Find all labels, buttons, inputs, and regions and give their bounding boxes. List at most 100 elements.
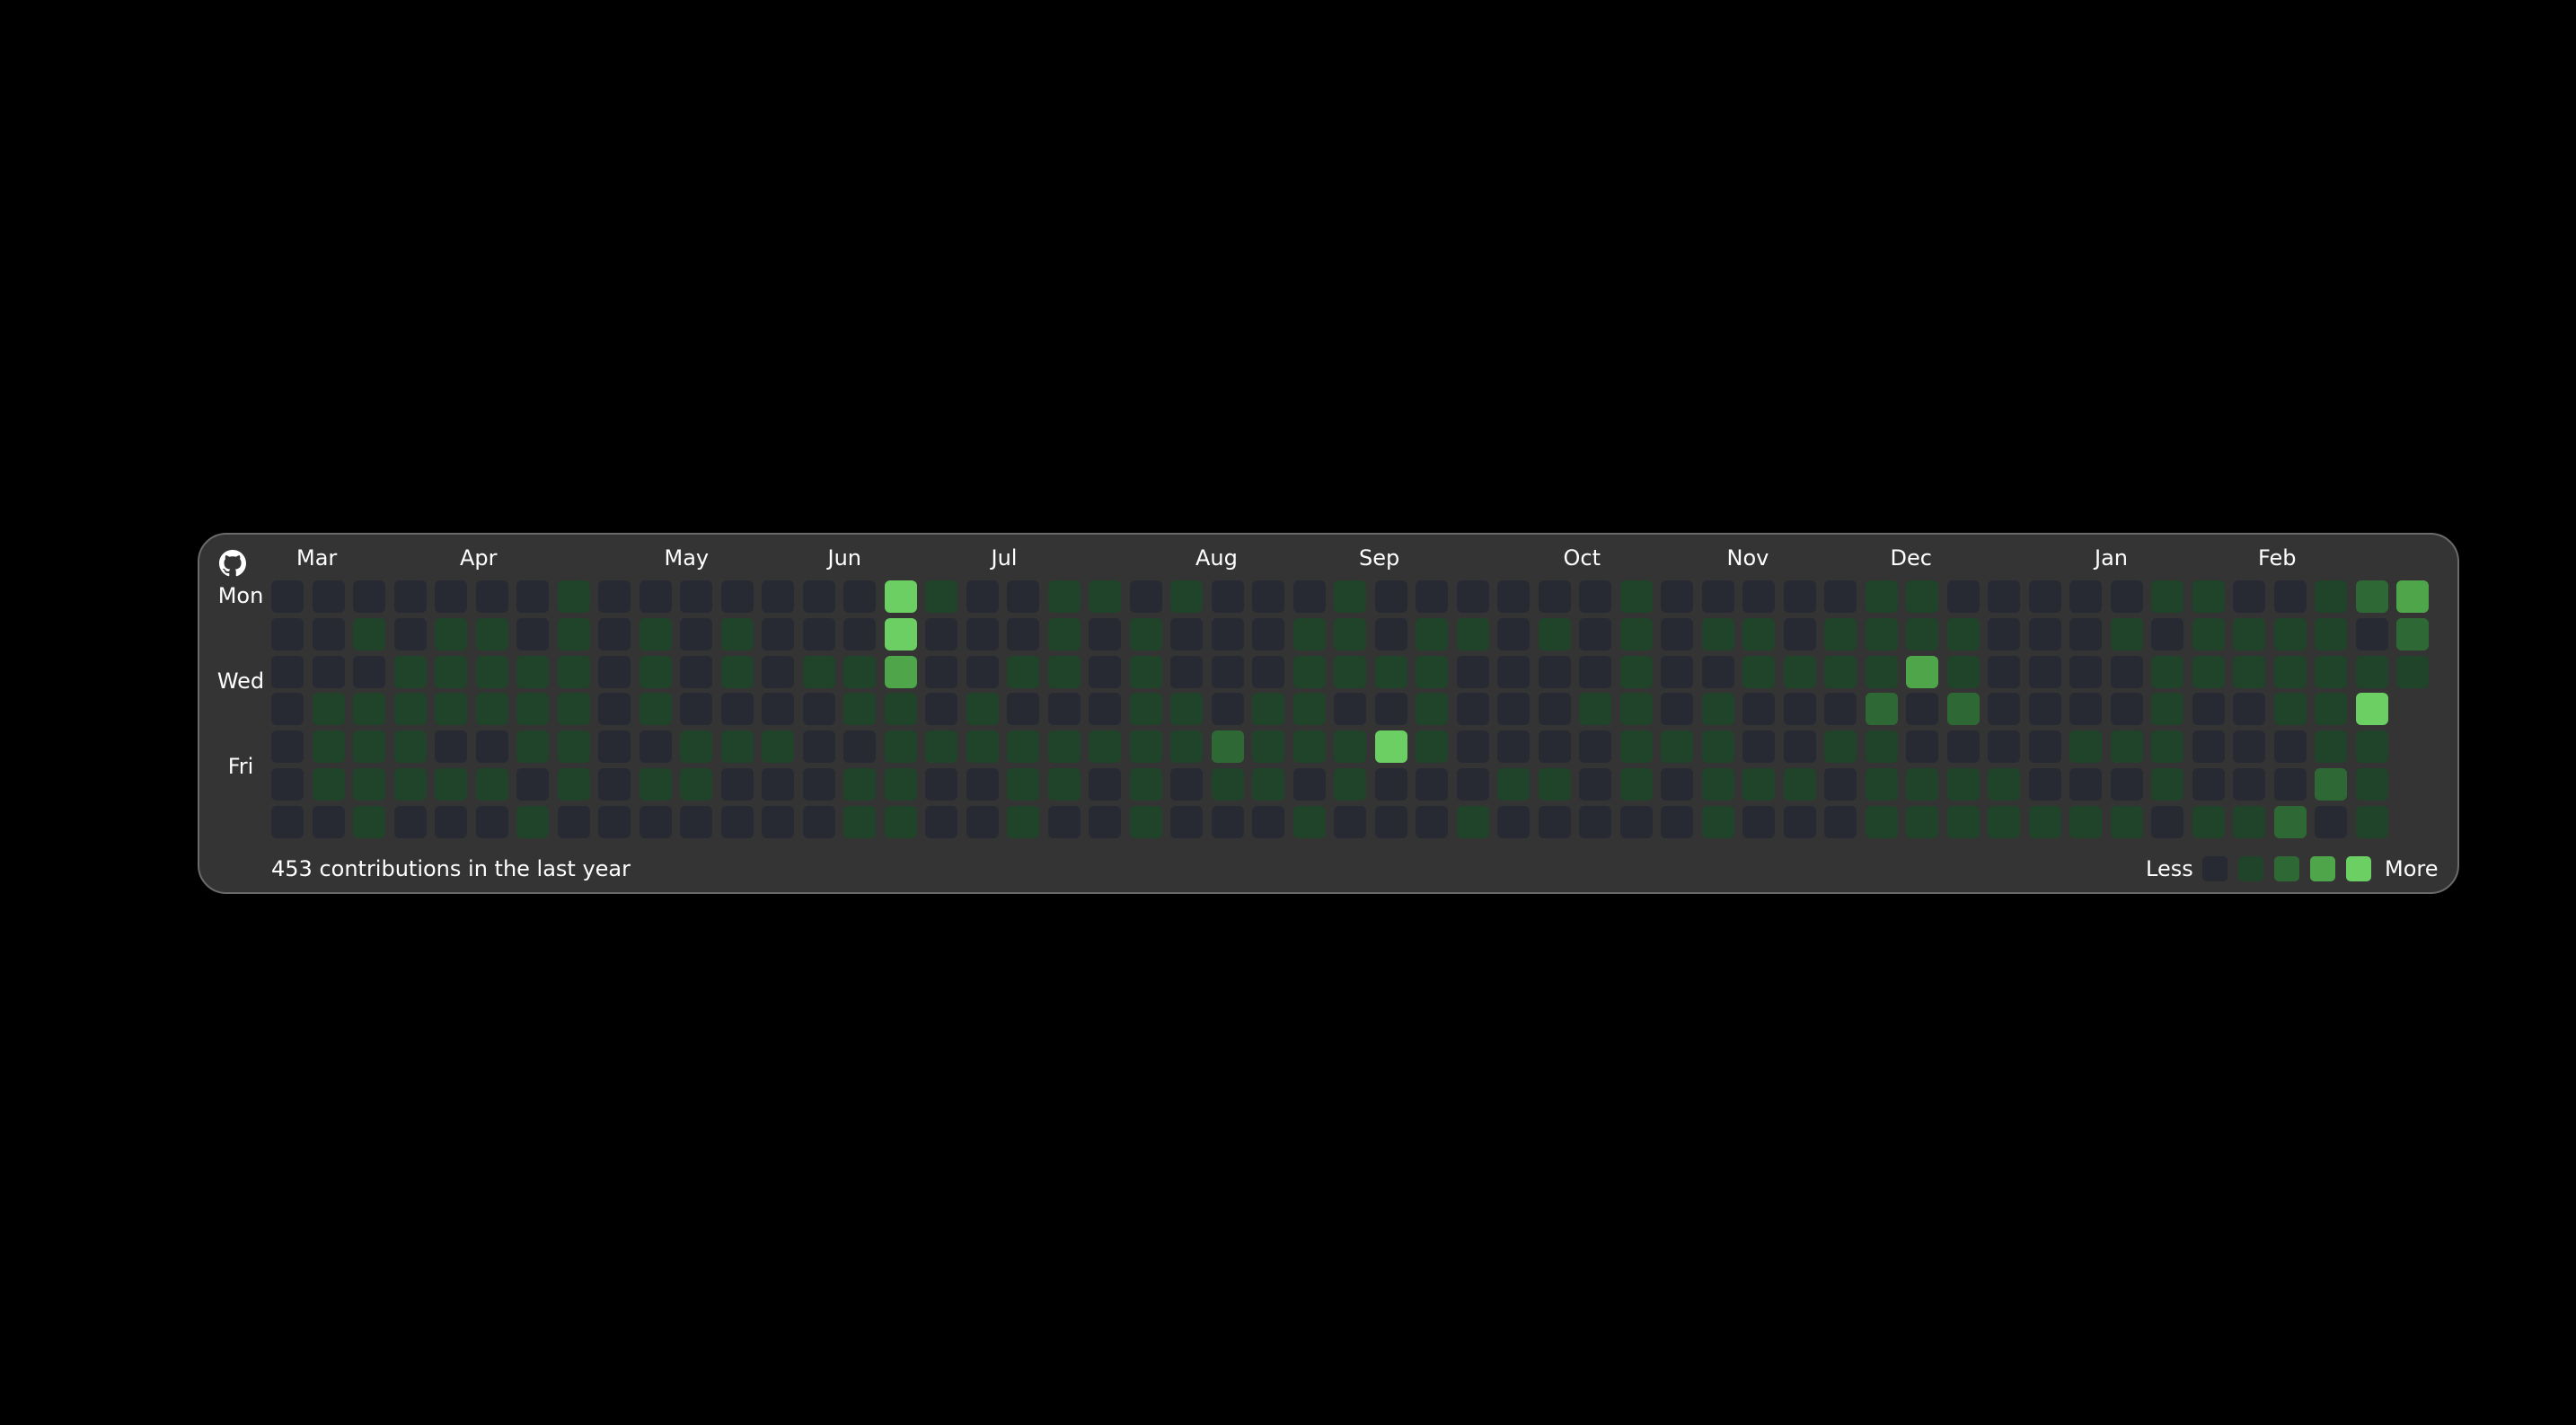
contribution-cell[interactable]: [1334, 693, 1366, 726]
contribution-cell[interactable]: [680, 655, 712, 688]
contribution-cell[interactable]: [1619, 693, 1653, 726]
contribution-cell[interactable]: [2273, 768, 2307, 801]
contribution-cell[interactable]: [1334, 617, 1366, 651]
contribution-cell[interactable]: [1170, 730, 1203, 764]
contribution-cell[interactable]: [2355, 805, 2388, 838]
contribution-cell[interactable]: [1334, 768, 1366, 801]
contribution-cell[interactable]: [1292, 693, 1326, 726]
contribution-cell[interactable]: [1865, 768, 1898, 801]
contribution-cell[interactable]: [1334, 805, 1366, 838]
contribution-cell[interactable]: [2192, 805, 2225, 838]
contribution-cell[interactable]: [1007, 617, 1039, 651]
contribution-cell[interactable]: [2192, 580, 2225, 613]
contribution-cell[interactable]: [2273, 805, 2307, 838]
contribution-cell[interactable]: [1906, 730, 1938, 764]
contribution-cell[interactable]: [966, 730, 999, 764]
contribution-cell[interactable]: [2069, 805, 2102, 838]
contribution-cell[interactable]: [1089, 693, 1121, 726]
contribution-cell[interactable]: [1252, 693, 1284, 726]
contribution-cell[interactable]: [393, 768, 427, 801]
contribution-cell[interactable]: [1416, 768, 1448, 801]
contribution-cell[interactable]: [1129, 693, 1162, 726]
contribution-cell[interactable]: [2110, 805, 2143, 838]
contribution-cell[interactable]: [598, 730, 631, 764]
contribution-cell[interactable]: [598, 655, 631, 688]
contribution-cell[interactable]: [1865, 617, 1898, 651]
contribution-cell[interactable]: [762, 805, 794, 838]
contribution-cell[interactable]: [720, 617, 754, 651]
contribution-cell[interactable]: [843, 580, 876, 613]
contribution-cell[interactable]: [1497, 580, 1530, 613]
contribution-cell[interactable]: [2151, 693, 2183, 726]
contribution-cell[interactable]: [1374, 805, 1407, 838]
contribution-cell[interactable]: [1701, 693, 1734, 726]
contribution-cell[interactable]: [680, 805, 712, 838]
contribution-cell[interactable]: [1661, 693, 1693, 726]
contribution-cell[interactable]: [1007, 730, 1039, 764]
contribution-cell[interactable]: [1047, 617, 1081, 651]
contribution-cell[interactable]: [2069, 730, 2102, 764]
contribution-cell[interactable]: [516, 617, 549, 651]
contribution-cell[interactable]: [1579, 617, 1611, 651]
contribution-cell[interactable]: [1456, 805, 1489, 838]
contribution-cell[interactable]: [2028, 768, 2061, 801]
contribution-cell[interactable]: [925, 580, 957, 613]
contribution-cell[interactable]: [1292, 730, 1326, 764]
contribution-cell[interactable]: [1252, 805, 1284, 838]
contribution-cell[interactable]: [1824, 617, 1857, 651]
contribution-cell[interactable]: [680, 693, 712, 726]
contribution-cell[interactable]: [1579, 730, 1611, 764]
contribution-cell[interactable]: [925, 768, 957, 801]
contribution-cell[interactable]: [884, 580, 917, 613]
contribution-cell[interactable]: [1334, 655, 1366, 688]
contribution-cell[interactable]: [435, 805, 467, 838]
contribution-cell[interactable]: [1416, 805, 1448, 838]
contribution-cell[interactable]: [1007, 655, 1039, 688]
contribution-cell[interactable]: [1252, 730, 1284, 764]
contribution-cell[interactable]: [1252, 655, 1284, 688]
contribution-cell[interactable]: [557, 805, 590, 838]
contribution-cell[interactable]: [2233, 730, 2265, 764]
contribution-cell[interactable]: [516, 768, 549, 801]
contribution-cell[interactable]: [1824, 693, 1857, 726]
contribution-cell[interactable]: [1292, 655, 1326, 688]
contribution-cell[interactable]: [475, 580, 508, 613]
contribution-cell[interactable]: [1416, 693, 1448, 726]
contribution-cell[interactable]: [353, 693, 385, 726]
contribution-cell[interactable]: [2110, 693, 2143, 726]
contribution-cell[interactable]: [1538, 655, 1571, 688]
contribution-cell[interactable]: [271, 580, 304, 613]
contribution-cell[interactable]: [2192, 730, 2225, 764]
contribution-cell[interactable]: [762, 693, 794, 726]
contribution-cell[interactable]: [2396, 655, 2429, 688]
contribution-cell[interactable]: [2151, 805, 2183, 838]
contribution-cell[interactable]: [475, 805, 508, 838]
contribution-cell[interactable]: [2069, 617, 2102, 651]
contribution-cell[interactable]: [1416, 730, 1448, 764]
contribution-cell[interactable]: [312, 768, 345, 801]
contribution-cell[interactable]: [1783, 805, 1816, 838]
contribution-cell[interactable]: [1211, 768, 1244, 801]
contribution-cell[interactable]: [1538, 693, 1571, 726]
contribution-cell[interactable]: [1619, 805, 1653, 838]
contribution-cell[interactable]: [1906, 655, 1938, 688]
contribution-cell[interactable]: [2396, 580, 2429, 613]
contribution-cell[interactable]: [762, 655, 794, 688]
contribution-cell[interactable]: [1456, 617, 1489, 651]
contribution-cell[interactable]: [2028, 655, 2061, 688]
contribution-cell[interactable]: [2028, 730, 2061, 764]
contribution-cell[interactable]: [2315, 693, 2347, 726]
contribution-cell[interactable]: [312, 580, 345, 613]
contribution-cell[interactable]: [720, 730, 754, 764]
contribution-cell[interactable]: [1047, 768, 1081, 801]
contribution-cell[interactable]: [639, 693, 672, 726]
contribution-cell[interactable]: [1701, 768, 1734, 801]
contribution-cell[interactable]: [353, 730, 385, 764]
contribution-cell[interactable]: [639, 580, 672, 613]
contribution-cell[interactable]: [2028, 805, 2061, 838]
contribution-cell[interactable]: [1252, 617, 1284, 651]
contribution-cell[interactable]: [1129, 768, 1162, 801]
contribution-cell[interactable]: [1538, 805, 1571, 838]
contribution-cell[interactable]: [271, 730, 304, 764]
contribution-cell[interactable]: [1497, 655, 1530, 688]
